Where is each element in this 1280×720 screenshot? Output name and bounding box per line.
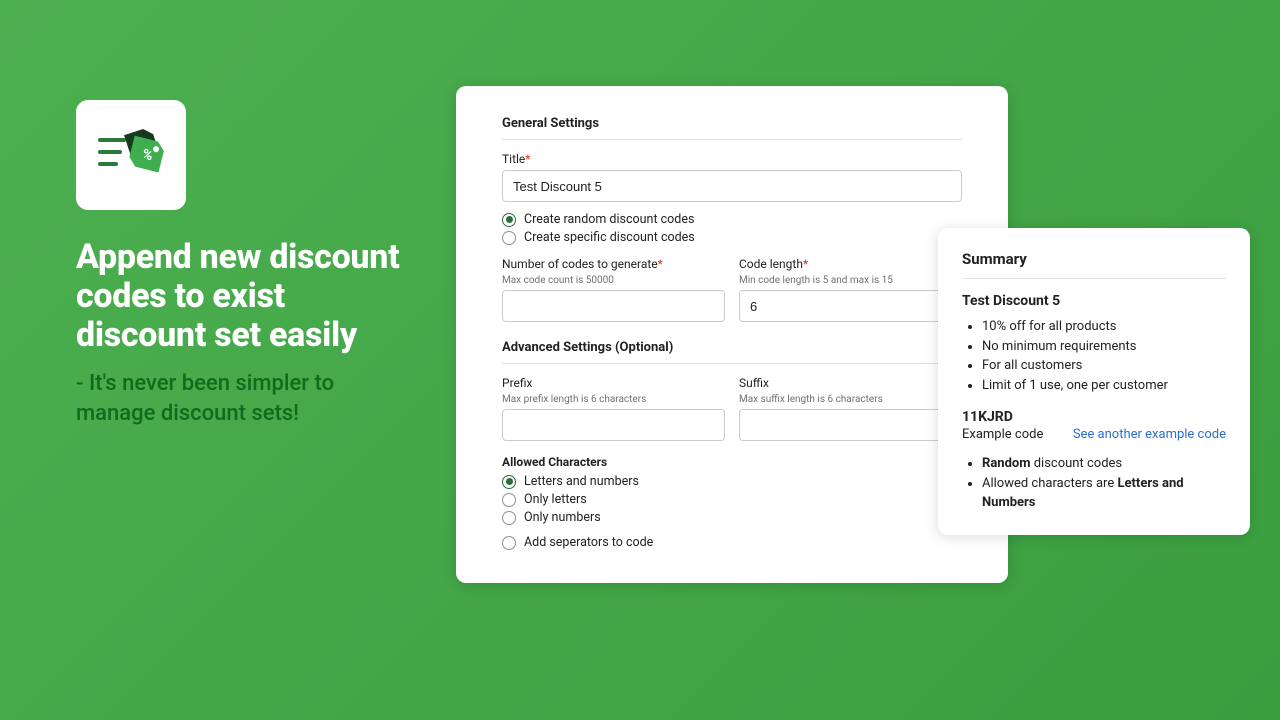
suffix-label: Suffix [739,376,962,390]
length-label: Code length* [739,257,962,271]
hero-subhead: - It's never been simpler to manage disc… [76,369,416,428]
see-another-link[interactable]: See another example code [1073,427,1226,442]
app-icon: % [76,100,186,210]
list-item: Limit of 1 use, one per customer [982,376,1226,396]
allowed-chars-title: Allowed Characters [502,455,962,469]
summary-props-list: Random discount codes Allowed characters… [962,454,1226,513]
radio-chars-letters[interactable] [502,493,516,507]
form-card: General Settings Title* Create random di… [456,86,1008,583]
advanced-settings-title: Advanced Settings (Optional) [502,340,962,364]
summary-title: Summary [962,250,1226,279]
radio-separators-label: Add seperators to code [524,535,653,550]
radio-random-label: Create random discount codes [524,212,694,227]
prefix-input[interactable] [502,409,725,441]
example-code-label: Example code [962,427,1043,442]
radio-chars-both[interactable] [502,475,516,489]
length-input[interactable] [739,290,962,322]
list-item: For all customers [982,356,1226,376]
general-settings-title: General Settings [502,116,962,140]
example-code: 11KJRD [962,409,1226,425]
radio-specific-label: Create specific discount codes [524,230,695,245]
summary-discount-name: Test Discount 5 [962,293,1226,309]
summary-card: Summary Test Discount 5 10% off for all … [938,228,1250,535]
list-lines-icon [98,138,126,166]
count-hint: Max code count is 50000 [502,275,725,286]
count-label: Number of codes to generate* [502,257,725,271]
prefix-hint: Max prefix length is 6 characters [502,394,725,405]
list-item: No minimum requirements [982,337,1226,357]
list-item: Allowed characters are Letters and Numbe… [982,474,1226,513]
list-item: 10% off for all products [982,317,1226,337]
radio-chars-numbers[interactable] [502,511,516,525]
list-item: Random discount codes [982,454,1226,474]
count-input[interactable] [502,290,725,322]
summary-rules-list: 10% off for all products No minimum requ… [962,317,1226,395]
prefix-label: Prefix [502,376,725,390]
length-hint: Min code length is 5 and max is 15 [739,275,962,286]
radio-chars-letters-label: Only letters [524,492,587,507]
radio-random[interactable] [502,213,516,227]
radio-separators[interactable] [502,536,516,550]
suffix-hint: Max suffix length is 6 characters [739,394,962,405]
radio-chars-numbers-label: Only numbers [524,510,601,525]
radio-specific[interactable] [502,231,516,245]
radio-chars-both-label: Letters and numbers [524,474,639,489]
title-label: Title* [502,152,962,166]
title-input[interactable] [502,170,962,202]
hero-headline: Append new discount codes to exist disco… [76,238,416,355]
suffix-input[interactable] [739,409,962,441]
